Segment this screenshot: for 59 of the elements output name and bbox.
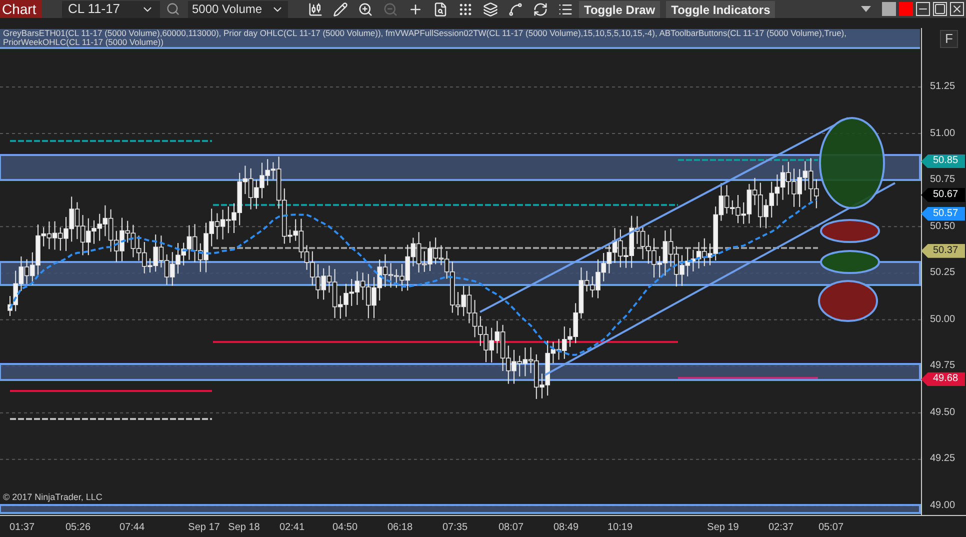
price-label: 49.50	[930, 406, 956, 419]
time-label: Sep 17	[188, 522, 220, 534]
price-marker: 50.57	[921, 206, 965, 221]
instrument-dropdown[interactable]: CL 11-17	[62, 0, 160, 18]
price-label: 50.50	[930, 220, 956, 233]
time-label: 05:07	[818, 522, 844, 534]
price-label: 49.00	[930, 500, 956, 512]
time-label: 07:35	[442, 522, 468, 534]
layers-icon[interactable]	[483, 2, 498, 16]
maximize-icon[interactable]	[933, 2, 947, 16]
theme-swatch[interactable]	[882, 2, 896, 16]
time-label: 08:07	[498, 522, 524, 534]
toggle-button[interactable]: Toggle Indicators	[666, 0, 776, 18]
list-icon[interactable]	[558, 2, 573, 16]
bar-type-dropdown[interactable]: 5000 Volume	[188, 0, 288, 18]
price-label: 50.00	[930, 314, 956, 326]
theme-swatch[interactable]	[899, 2, 913, 16]
pencil-icon[interactable]	[333, 2, 348, 16]
time-label: Sep 19	[707, 522, 739, 534]
close-icon[interactable]	[950, 2, 964, 16]
f-button[interactable]: F	[940, 30, 958, 48]
search-icon[interactable]	[166, 2, 180, 16]
toggle-button[interactable]: Toggle Draw	[579, 0, 660, 18]
dots-icon[interactable]	[458, 2, 473, 16]
indicator-label: PriorWeekOHLC(CL 11-17 (5000 Volume))	[2, 38, 164, 47]
time-label: 05:26	[65, 522, 91, 534]
time-label: 04:50	[332, 522, 358, 534]
price-label: 49.75	[930, 360, 956, 372]
document-search-icon[interactable]	[433, 2, 448, 16]
candlestick-icon[interactable]	[308, 2, 323, 16]
dropdown-arrow-icon[interactable]	[861, 6, 871, 12]
oval-marker	[820, 219, 880, 243]
oval-marker	[820, 250, 880, 274]
price-marker: 50.85	[921, 154, 965, 168]
time-label: 02:37	[768, 522, 794, 534]
price-label: 49.25	[930, 453, 956, 466]
time-label: Sep 18	[228, 522, 260, 534]
window-title: Chart	[0, 0, 42, 18]
price-marker: 50.67	[921, 188, 965, 202]
price-label: 51.00	[930, 128, 956, 140]
time-label: 08:49	[553, 522, 579, 534]
time-label: 02:41	[279, 522, 305, 534]
time-label: 07:44	[119, 522, 145, 534]
price-label: 50.25	[930, 267, 956, 280]
spline-icon[interactable]	[508, 2, 523, 16]
zoom-in-icon[interactable]	[358, 2, 373, 16]
price-label: 50.75	[930, 174, 956, 186]
indicator-label: GreyBarsETH01(CL 11-17 (5000 Volume),60000,113000), Prior day OHLC(CL 11-17 (5000 Volume)), fmVWAPFullSession02TW(CL 11-17 (5000 Volume),15,10,5,5,10,15,-4), ABToolbarButtons(CL 11-17 (5000 Volume),True),	[2, 29, 848, 38]
copyright-text: © 2017 NinjaTrader, LLC	[3, 491, 102, 504]
time-label: 06:18	[387, 522, 413, 534]
crosshair-icon[interactable]	[408, 2, 423, 16]
minimize-icon[interactable]	[916, 2, 930, 16]
price-marker: 50.37	[921, 244, 965, 258]
oval-marker	[818, 280, 878, 322]
refresh-icon[interactable]	[533, 2, 548, 16]
price-label: 51.25	[930, 81, 956, 93]
time-label: 01:37	[9, 522, 35, 534]
price-marker: 49.68	[921, 372, 965, 386]
time-label: 10:19	[607, 522, 633, 534]
